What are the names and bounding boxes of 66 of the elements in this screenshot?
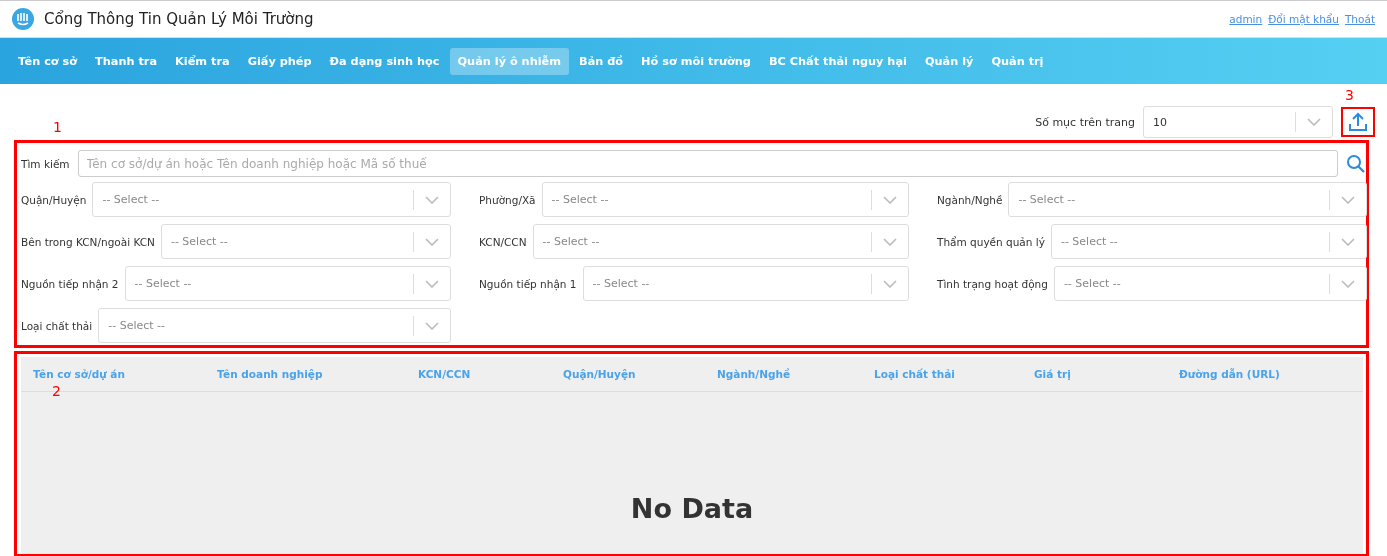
header-link[interactable]: Đổi mật khẩu <box>1268 13 1339 25</box>
site-title: Cổng Thông Tin Quản Lý Môi Trường <box>44 10 314 28</box>
select-field[interactable]: -- Select -- <box>532 224 909 259</box>
chevron-down-icon <box>425 237 439 246</box>
chevron-down-icon <box>1341 195 1355 204</box>
filter-label: Thẩm quyền quản lý <box>937 235 1045 248</box>
select-field[interactable]: -- Select -- <box>1008 182 1367 217</box>
filter-label: Nguồn tiếp nhận 2 <box>21 277 119 290</box>
chevron-down-icon <box>425 195 439 204</box>
select-field[interactable]: -- Select -- <box>124 266 451 301</box>
nav-tab[interactable]: Thanh tra <box>87 47 166 75</box>
annotation-number: 3 <box>1345 87 1354 103</box>
select-field[interactable]: -- Select -- <box>98 308 451 343</box>
header-link[interactable]: admin <box>1229 13 1263 25</box>
select-field[interactable]: -- Select -- <box>541 182 909 217</box>
search-label: Tìm kiếm <box>21 157 70 170</box>
select-field[interactable]: -- Select -- <box>160 224 451 259</box>
nav-tab[interactable]: Quản lý <box>916 47 982 75</box>
select-field[interactable]: -- Select -- <box>92 182 451 217</box>
nav-tab[interactable]: Hồ sơ môi trường <box>633 47 759 75</box>
header-link[interactable]: Thoát <box>1344 13 1375 25</box>
annotation-number: 1 <box>53 119 62 135</box>
chevron-down-icon <box>883 279 897 288</box>
filter-label: Ngành/Nghề <box>937 193 1003 206</box>
chevron-down-icon <box>883 195 897 204</box>
chevron-down-icon <box>1307 118 1321 126</box>
upload-icon <box>1348 112 1368 132</box>
column-header[interactable]: KCN/CCN <box>418 368 563 380</box>
column-header[interactable]: Giá trị <box>1034 368 1179 380</box>
column-header[interactable]: Tên cơ sở/dự án <box>33 368 217 380</box>
empty-message: No Data <box>630 493 754 524</box>
filter-label: Nguồn tiếp nhận 1 <box>479 277 577 290</box>
nav-tab[interactable]: Kiểm tra <box>167 47 238 75</box>
filter-label: Bên trong KCN/ngoài KCN <box>21 235 155 248</box>
chevron-down-icon <box>1341 237 1355 246</box>
nav-tab[interactable]: Tên cơ sở <box>10 47 86 75</box>
logo-icon <box>12 8 34 30</box>
search-field[interactable]: Tên cơ sở/dự án hoặc Tên doanh nghiệp hoặc Mã số thuế <box>77 150 1338 177</box>
nav-tab[interactable]: Bản đồ <box>571 47 632 75</box>
filter-label: Tình trạng hoạt động <box>937 277 1048 290</box>
filter-label: Quận/Huyện <box>21 193 87 206</box>
chevron-down-icon <box>883 237 897 246</box>
page-size-select[interactable]: 10 <box>1143 106 1333 138</box>
nav-tab[interactable]: BC Chất thải nguy hại <box>760 47 915 75</box>
select-field[interactable]: -- Select -- <box>1050 224 1367 259</box>
column-header[interactable]: Tên doanh nghiệp <box>217 368 418 380</box>
filter-label: KCN/CCN <box>479 235 527 248</box>
nav-tab[interactable]: Đa dạng sinh học <box>321 47 448 75</box>
page-size-label: Số mục trên trang <box>1035 115 1135 129</box>
column-header[interactable]: Loại chất thải <box>874 368 1034 380</box>
search-icon[interactable] <box>1346 153 1366 174</box>
select-field[interactable]: -- Select -- <box>1053 266 1367 301</box>
filter-label: Phường/Xã <box>479 193 536 206</box>
chevron-down-icon <box>425 321 439 330</box>
chevron-down-icon <box>425 279 439 288</box>
annotation-number: 2 <box>52 383 61 399</box>
nav-tab[interactable]: Quản trị <box>983 47 1052 75</box>
chevron-down-icon <box>1341 279 1355 288</box>
upload-button[interactable] <box>1341 107 1375 137</box>
select-field[interactable]: -- Select -- <box>582 266 909 301</box>
filter-label: Loại chất thải <box>21 319 93 332</box>
column-header[interactable]: Quận/Huyện <box>563 368 717 380</box>
nav-tab[interactable]: Giấy phép <box>239 47 320 75</box>
column-header[interactable]: Ngành/Nghề <box>717 368 874 380</box>
column-header[interactable]: Đường dẫn (URL) <box>1179 368 1379 380</box>
nav-tab[interactable]: Quản lý ô nhiễm <box>449 47 569 75</box>
